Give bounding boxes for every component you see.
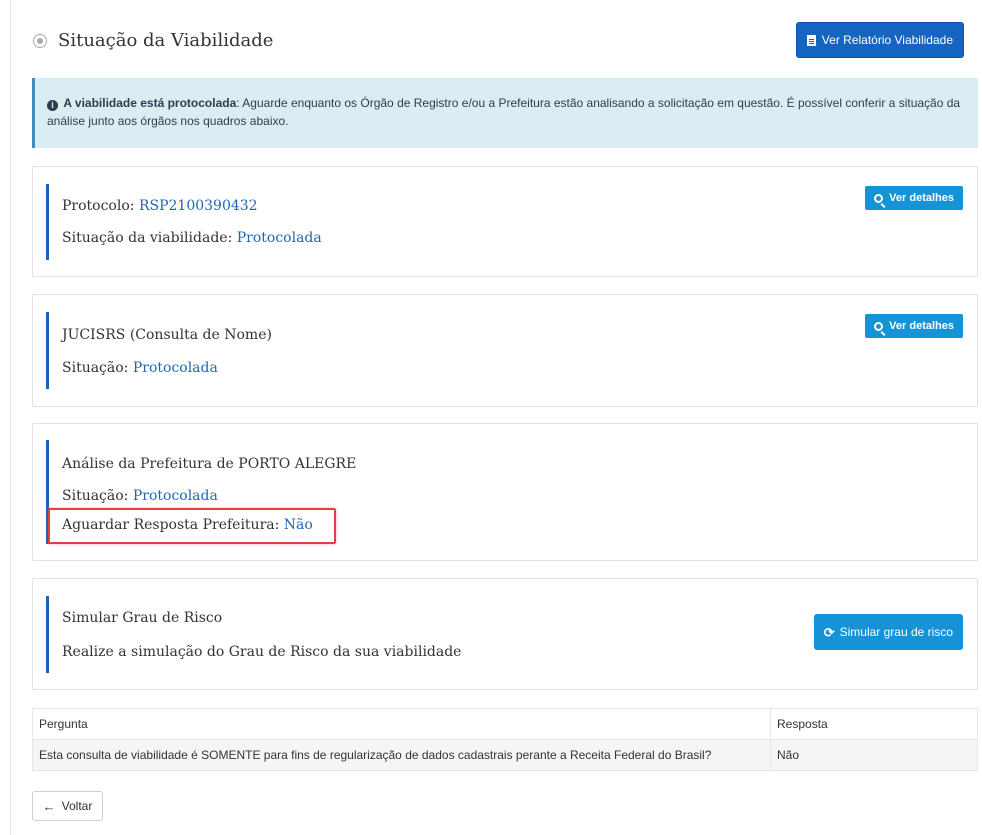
search-icon <box>874 193 884 203</box>
protocol-label: Protocolo: <box>62 198 139 214</box>
prefeitura-status-label: Situação: <box>62 488 133 504</box>
prefeitura-title: Análise da Prefeitura de PORTO ALEGRE <box>62 456 357 472</box>
wait-response-line: Aguardar Resposta Prefeitura: Não <box>62 517 313 533</box>
view-report-label: Ver Relatório Viabilidade <box>821 33 953 47</box>
info-alert: i A viabilidade está protocolada: Aguard… <box>32 78 978 148</box>
jucis-card-accent <box>46 312 62 389</box>
risk-subtitle: Realize a simulação do Grau de Risco da … <box>62 644 462 660</box>
viability-status-line: Situação da viabilidade: Protocolada <box>62 230 322 246</box>
prefeitura-card: Análise da Prefeitura de PORTO ALEGRE Si… <box>32 423 978 561</box>
table-header-answer: Resposta <box>770 708 978 740</box>
back-button[interactable]: ← Voltar <box>32 791 103 821</box>
viability-status-label: Situação da viabilidade: <box>62 230 237 246</box>
jucis-card: JUCISRS (Consulta de Nome) Situação: Pro… <box>32 294 978 407</box>
back-label: Voltar <box>61 799 93 813</box>
simulate-risk-label: Simular grau de risco <box>839 625 953 639</box>
search-icon <box>874 321 884 331</box>
simulate-risk-button[interactable]: ⟳ Simular grau de risco <box>813 614 963 650</box>
view-report-button[interactable]: Ver Relatório Viabilidade <box>795 22 964 58</box>
table-cell-question: Esta consulta de viabilidade é SOMENTE p… <box>32 739 771 771</box>
document-icon <box>806 34 816 46</box>
arrow-left-icon: ← <box>42 798 56 814</box>
table-header-question: Pergunta <box>32 708 771 740</box>
protocol-value: RSP2100390432 <box>138 198 258 214</box>
jucis-status-value: Protocolada <box>132 360 218 376</box>
page-title: Situação da Viabilidade <box>58 30 274 51</box>
jucis-status-line: Situação: Protocolada <box>62 360 218 376</box>
risk-title: Simular Grau de Risco <box>62 610 223 626</box>
viability-status-value: Protocolada <box>236 230 322 246</box>
info-icon: i <box>47 100 58 111</box>
page-header: Situação da Viabilidade Ver Relatório Vi… <box>33 22 978 62</box>
protocol-card-accent <box>46 184 62 260</box>
protocol-line: Protocolo: RSP2100390432 <box>62 198 258 214</box>
alert-bold-text: A viabilidade está protocolada <box>63 96 237 110</box>
wait-response-value: Não <box>283 517 313 533</box>
protocol-details-label: Ver detalhes <box>889 192 954 204</box>
prefeitura-status-line: Situação: Protocolada <box>62 488 218 504</box>
radio-target-icon <box>33 34 47 48</box>
wait-response-label: Aguardar Resposta Prefeitura: <box>62 517 284 533</box>
prefeitura-status-value: Protocolada <box>132 488 218 504</box>
risk-card: Simular Grau de Risco Realize a simulaçã… <box>32 578 978 690</box>
table-cell-answer: Não <box>770 739 978 771</box>
table-row: Esta consulta de viabilidade é SOMENTE p… <box>32 739 978 771</box>
risk-card-accent <box>46 596 62 673</box>
jucis-status-label: Situação: <box>62 360 133 376</box>
jucis-details-label: Ver detalhes <box>889 320 954 332</box>
protocol-card: Protocolo: RSP2100390432 Situação da via… <box>32 166 978 277</box>
jucis-details-button[interactable]: Ver detalhes <box>865 314 963 338</box>
table-header-row: Pergunta Resposta <box>32 708 978 740</box>
questions-table: Pergunta Resposta Esta consulta de viabi… <box>32 708 978 771</box>
jucis-title: JUCISRS (Consulta de Nome) <box>62 327 272 343</box>
refresh-icon: ⟳ <box>823 624 835 640</box>
protocol-details-button[interactable]: Ver detalhes <box>865 186 963 210</box>
left-divider <box>10 0 11 835</box>
